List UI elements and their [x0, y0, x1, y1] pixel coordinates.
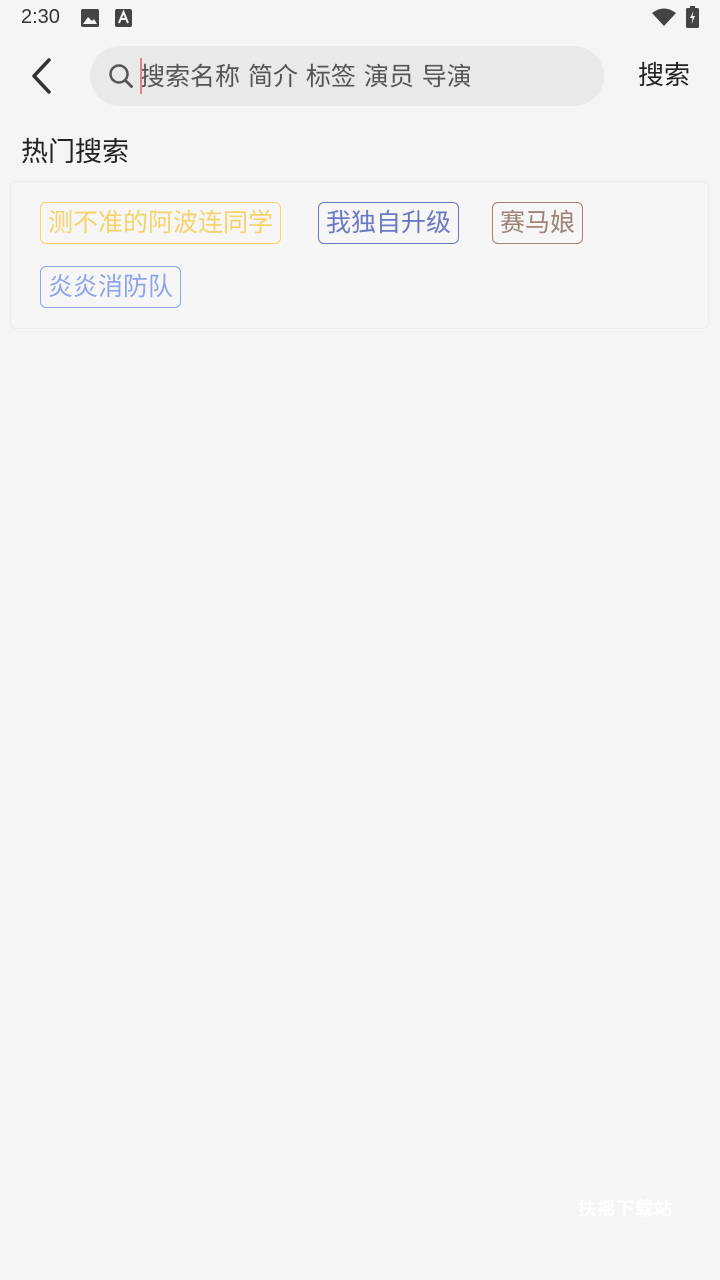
hot-search-tag[interactable]: 赛马娘 — [492, 202, 584, 244]
back-arrow-icon — [32, 58, 51, 94]
search-button[interactable]: 搜索 — [638, 56, 690, 96]
hot-search-tag[interactable]: 炎炎消防队 — [40, 266, 182, 308]
text-caret — [140, 58, 142, 94]
search-bar-row: 搜索 — [0, 46, 720, 106]
search-icon — [108, 63, 134, 93]
hot-search-panel: 测不准的阿波连同学 我独自升级 赛马娘 炎炎消防队 — [10, 181, 709, 329]
hot-search-tag[interactable]: 我独自升级 — [318, 202, 460, 244]
status-time: 2:30 — [21, 6, 60, 28]
wifi-icon — [652, 8, 676, 30]
image-icon — [81, 9, 99, 31]
search-input[interactable] — [140, 46, 580, 106]
watermark: 扶摇下载站 — [578, 1199, 673, 1220]
keyboard-a-icon — [115, 9, 132, 31]
back-button[interactable] — [20, 54, 64, 98]
hot-search-tag[interactable]: 测不准的阿波连同学 — [40, 202, 282, 244]
search-box[interactable] — [90, 46, 604, 106]
hot-search-title: 热门搜索 — [21, 137, 129, 168]
battery-charging-icon — [686, 6, 699, 32]
status-bar: 2:30 — [0, 0, 720, 36]
